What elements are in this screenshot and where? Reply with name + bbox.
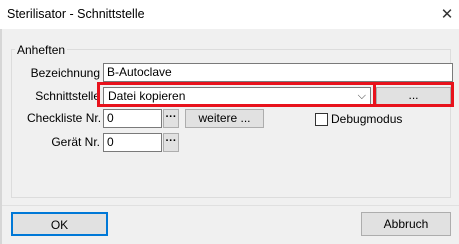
debugmodus-label[interactable]: Debugmodus xyxy=(331,112,402,126)
bezeichnung-label: Bezeichnung xyxy=(30,66,100,80)
ok-button[interactable]: OK xyxy=(11,212,108,236)
debugmodus-checkbox[interactable] xyxy=(315,113,328,126)
browse-button[interactable]: ... xyxy=(376,87,451,106)
bezeichnung-input[interactable]: B-Autoclave xyxy=(103,63,453,82)
weitere-button[interactable]: weitere ... xyxy=(185,109,264,128)
geraet-lookup-button[interactable]: ··· xyxy=(163,133,179,152)
close-icon[interactable]: ✕ xyxy=(435,0,459,29)
schnittstelle-selected-value: Datei kopieren xyxy=(108,89,186,103)
schnittstelle-label: Schnittstelle xyxy=(35,89,100,103)
divider xyxy=(2,205,459,206)
left-edge xyxy=(0,29,2,244)
geraet-label: Gerät Nr. xyxy=(51,135,100,149)
checkliste-input[interactable]: 0 xyxy=(103,109,162,128)
schnittstelle-select[interactable]: Datei kopieren ⌵ xyxy=(103,87,371,106)
cancel-button[interactable]: Abbruch xyxy=(361,212,451,236)
checkliste-lookup-button[interactable]: ··· xyxy=(163,109,179,128)
geraet-input[interactable]: 0 xyxy=(103,133,162,152)
group-title: Anheften xyxy=(15,43,68,57)
window-title: Sterilisator - Schnittstelle xyxy=(7,7,145,21)
checkliste-label: Checkliste Nr. xyxy=(27,111,102,125)
chevron-down-icon[interactable]: ⌵ xyxy=(358,90,366,103)
title-bar: Sterilisator - Schnittstelle ✕ xyxy=(0,0,459,29)
